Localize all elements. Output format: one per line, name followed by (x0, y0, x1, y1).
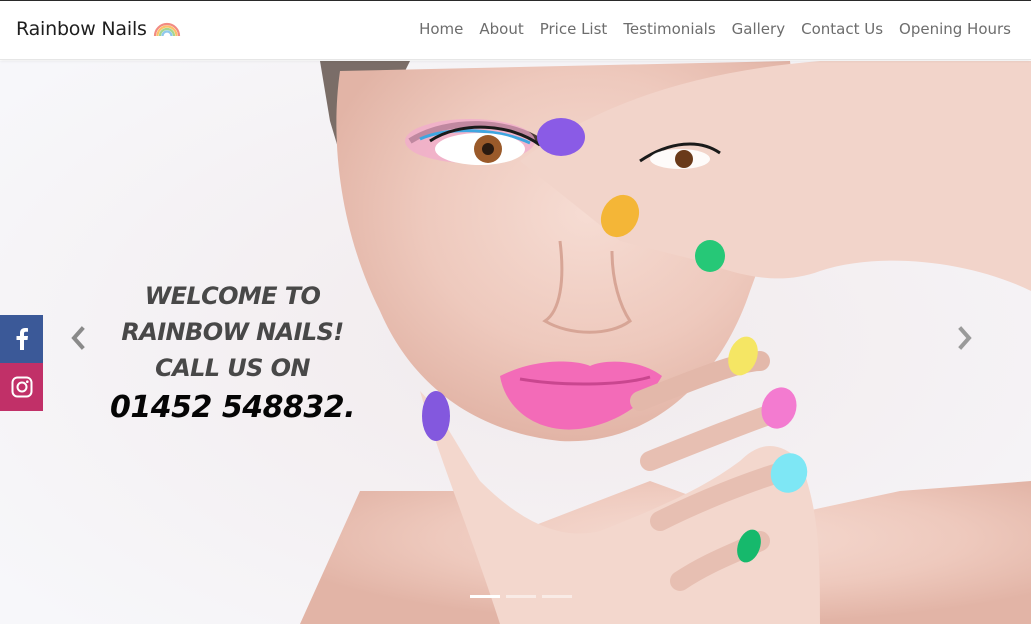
nav-about[interactable]: About (471, 20, 531, 38)
rainbow-icon (153, 22, 180, 37)
chevron-right-icon (958, 326, 972, 350)
carousel-indicator-2[interactable] (506, 595, 536, 598)
nav-contact-us[interactable]: Contact Us (793, 20, 891, 38)
social-sidebar (0, 315, 43, 411)
instagram-icon (11, 376, 32, 398)
navbar: Rainbow Nails Home About Price List Test… (0, 1, 1031, 60)
nav-price-list[interactable]: Price List (532, 20, 616, 38)
caption-phone: 01452 548832. (110, 390, 355, 425)
caption-line-1: WELCOME TO (144, 282, 321, 310)
nav-gallery[interactable]: Gallery (724, 20, 793, 38)
brand-link[interactable]: Rainbow Nails (16, 18, 181, 40)
hero-caption: WELCOME TO RAINBOW NAILS! CALL US ON 014… (100, 278, 365, 430)
facebook-button[interactable] (0, 315, 43, 363)
nav-opening-hours[interactable]: Opening Hours (891, 20, 1019, 38)
chevron-left-icon (71, 326, 85, 350)
carousel-indicators (470, 595, 572, 598)
carousel-indicator-1[interactable] (470, 595, 500, 598)
carousel-next-button[interactable] (955, 324, 975, 352)
carousel-indicator-3[interactable] (542, 595, 572, 598)
caption-line-3: CALL US ON (155, 354, 310, 382)
main-nav: Home About Price List Testimonials Galle… (411, 20, 1019, 38)
instagram-button[interactable] (0, 363, 43, 411)
hero-carousel: WELCOME TO RAINBOW NAILS! CALL US ON 014… (0, 61, 1031, 624)
brand-name: Rainbow Nails (16, 18, 147, 40)
facebook-icon (16, 328, 28, 350)
carousel-prev-button[interactable] (68, 324, 88, 352)
nav-home[interactable]: Home (411, 20, 471, 38)
nav-testimonials[interactable]: Testimonials (615, 20, 723, 38)
caption-line-2: RAINBOW NAILS! (121, 318, 344, 346)
